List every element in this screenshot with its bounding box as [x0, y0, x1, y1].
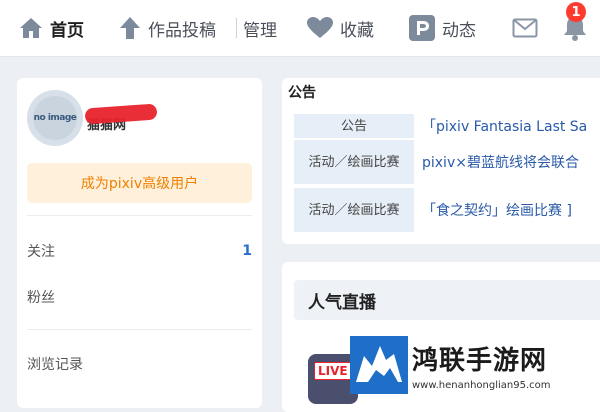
site-watermark: 鸿联手游网 www.henanhonglian95.com — [350, 336, 600, 400]
nav-manage-label: 管理 — [243, 20, 277, 41]
notification-badge: 1 — [566, 2, 586, 22]
announcement-link[interactable]: 「pixiv Fantasia Last Sa — [422, 114, 587, 138]
pixiv-p-icon — [408, 14, 436, 42]
username-redaction-mark — [84, 103, 158, 125]
announcements-panel: 公告 公告 「pixiv Fantasia Last Sa 活动／绘画比赛 pi… — [282, 78, 600, 244]
announcement-tag: 活动／绘画比赛 — [294, 140, 414, 184]
announcement-item[interactable]: 公告 「pixiv Fantasia Last Sa — [294, 114, 600, 138]
following-link[interactable]: 关注 1 — [27, 239, 252, 263]
nav-bookmarks[interactable]: 收藏 — [306, 0, 374, 56]
announcement-item[interactable]: 活动／绘画比赛 「食之契约」绘画比赛 ] — [294, 188, 600, 232]
upload-arrow-icon — [118, 15, 142, 41]
messages-button[interactable] — [512, 0, 538, 56]
browse-history-link[interactable]: 浏览记录 — [27, 352, 252, 376]
announcement-link[interactable]: pixiv×碧蓝航线将会联合 — [422, 140, 579, 184]
followers-link[interactable]: 粉丝 — [27, 285, 252, 309]
nav-submit[interactable]: 作品投稿 — [118, 0, 216, 56]
become-premium-button[interactable]: 成为pixiv高级用户 — [27, 163, 252, 203]
announcement-tag: 公告 — [294, 114, 414, 138]
home-icon — [18, 16, 44, 40]
top-navigation-bar: 首页 作品投稿 管理 收藏 动态 1 — [0, 0, 600, 57]
announcements-title: 公告 — [288, 85, 316, 101]
nav-bookmarks-label: 收藏 — [340, 20, 374, 41]
watermark-url: www.henanhonglian95.com — [412, 380, 551, 391]
nav-home-label: 首页 — [50, 20, 84, 41]
following-label: 关注 — [27, 244, 55, 260]
followers-label: 粉丝 — [27, 290, 55, 306]
nav-home[interactable]: 首页 — [18, 0, 84, 56]
announcement-link[interactable]: 「食之契约」绘画比赛 ] — [422, 188, 572, 232]
avatar[interactable]: no image — [27, 90, 83, 146]
browse-history-label: 浏览记录 — [27, 357, 83, 373]
watermark-logo-icon — [350, 336, 408, 394]
user-profile-card: no image 猫猫网 成为pixiv高级用户 关注 1 粉丝 浏览记录 — [17, 78, 262, 408]
avatar-placeholder-text: no image — [33, 96, 77, 140]
nav-feed[interactable]: 动态 — [408, 0, 476, 56]
divider — [27, 215, 252, 216]
announcement-tag: 活动／绘画比赛 — [294, 188, 414, 232]
heart-icon — [306, 16, 334, 40]
announcement-item[interactable]: 活动／绘画比赛 pixiv×碧蓝航线将会联合 — [294, 140, 600, 184]
nav-divider — [236, 18, 237, 38]
divider — [27, 329, 252, 330]
nav-manage[interactable]: 管理 — [243, 0, 277, 56]
popular-live-title: 人气直播 — [308, 292, 376, 313]
nav-submit-label: 作品投稿 — [148, 20, 216, 41]
live-badge: LIVE — [314, 362, 352, 380]
popular-live-header: 人气直播 — [294, 280, 600, 320]
mail-icon — [512, 18, 538, 38]
nav-feed-label: 动态 — [442, 20, 476, 41]
watermark-text: 鸿联手游网 — [412, 346, 548, 376]
following-count: 1 — [242, 243, 252, 259]
